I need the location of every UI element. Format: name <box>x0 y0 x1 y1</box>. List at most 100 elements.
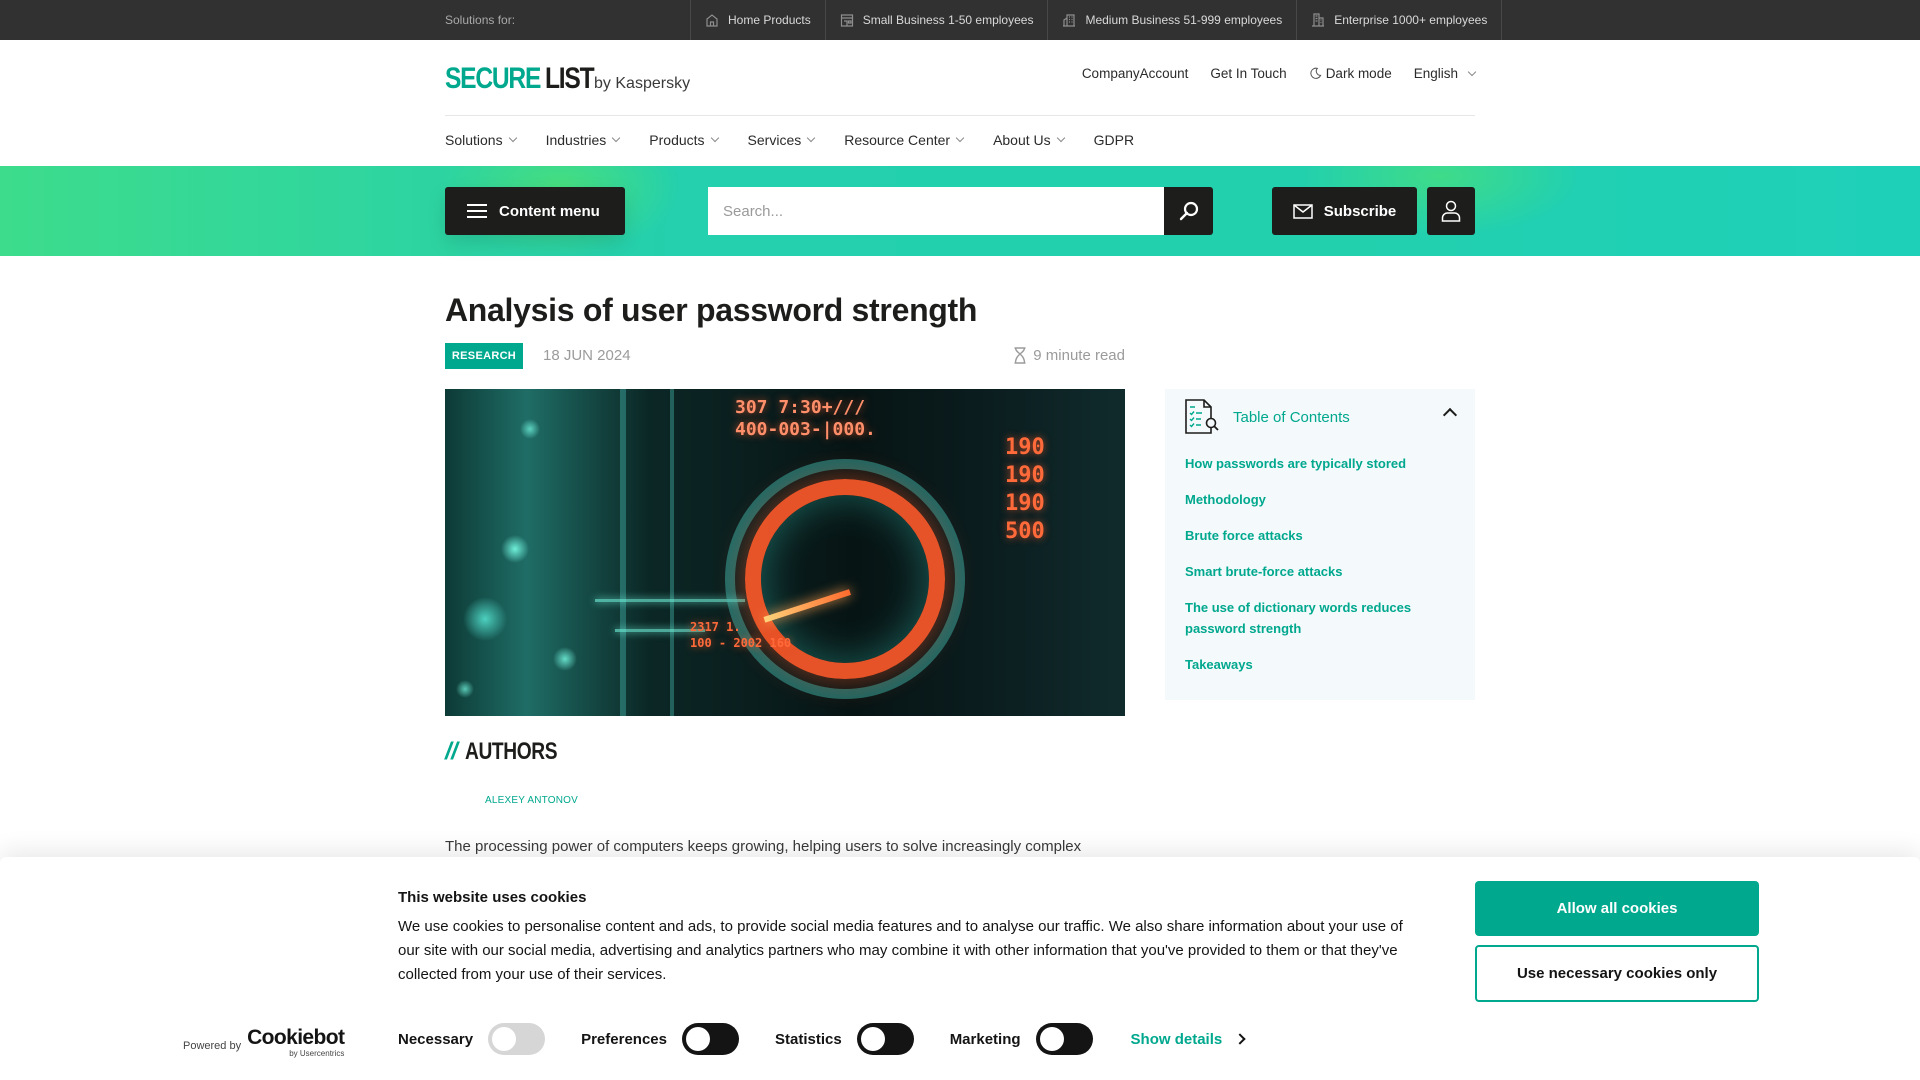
segment-label: Home Products <box>728 13 811 27</box>
segment-label: Medium Business 51-999 employees <box>1085 13 1283 27</box>
chevron-down-icon <box>612 133 621 143</box>
hero-rail <box>620 389 626 716</box>
home-icon <box>706 14 718 27</box>
segment-home-products[interactable]: Home Products <box>690 0 825 40</box>
chevron-right-icon <box>1234 1033 1246 1045</box>
nav-label: GDPR <box>1093 132 1135 148</box>
content-menu-label: Content menu <box>499 202 600 220</box>
necessary-cookies-only-button[interactable]: Use necessary cookies only <box>1475 945 1759 1002</box>
toc-item[interactable]: The use of dictionary words reduces pass… <box>1185 597 1455 639</box>
chevron-down-icon <box>806 133 816 143</box>
search-input[interactable] <box>708 187 1164 235</box>
hero-digits-bottom: 2317 1. 100 - 2002 160 <box>690 620 792 650</box>
user-account-button[interactable] <box>1427 187 1475 235</box>
toc-item[interactable]: Brute force attacks <box>1185 525 1455 546</box>
dark-mode-toggle[interactable]: Dark mode <box>1309 66 1392 81</box>
consent-label: Statistics <box>774 1030 842 1048</box>
consent-toggles: Necessary Preferences Statistics Marketi… <box>398 1023 1246 1055</box>
chevron-down-icon <box>1056 133 1065 143</box>
solutions-segments: Home Products Small Business 1-50 employ… <box>690 0 1503 40</box>
nav-label: Resource Center <box>844 132 951 148</box>
logo-list: LIST <box>545 62 595 95</box>
nav-products[interactable]: Products <box>649 130 719 150</box>
consent-statistics: Statistics <box>775 1023 914 1055</box>
hero-rail <box>670 389 674 716</box>
toc-header-toggle[interactable]: Table of Contents <box>1185 397 1458 437</box>
segment-label: Enterprise 1000+ employees <box>1334 13 1488 27</box>
toc-item[interactable]: Takeaways <box>1185 654 1455 675</box>
subscribe-button[interactable]: Subscribe <box>1272 187 1417 235</box>
read-time: 9 minute read <box>1013 347 1125 364</box>
cookie-consent-banner: This website uses cookies We use cookies… <box>0 857 1920 1080</box>
nav-resource-center[interactable]: Resource Center <box>844 130 965 150</box>
nav-label: Products <box>649 132 705 148</box>
user-icon <box>1441 200 1461 222</box>
chevron-down-icon <box>710 133 719 143</box>
nav-services[interactable]: Services <box>748 130 816 150</box>
segment-medium-business[interactable]: Medium Business 51-999 employees <box>1047 0 1296 40</box>
segment-enterprise[interactable]: Enterprise 1000+ employees <box>1296 0 1503 40</box>
consent-necessary: Necessary <box>398 1023 546 1055</box>
main-nav: Solutions Industries Products Services R… <box>445 130 1134 150</box>
toc-item[interactable]: Methodology <box>1185 489 1455 510</box>
search-icon <box>1179 201 1198 221</box>
article-title: Analysis of user password strength <box>445 292 978 328</box>
document-search-icon <box>1185 399 1219 434</box>
cookiebot-sub: by Usercentrics <box>289 1049 345 1058</box>
hero-streak <box>595 599 745 602</box>
necessary-toggle <box>488 1023 546 1055</box>
toc-title: Table of Contents <box>1233 408 1350 426</box>
nav-about-us[interactable]: About Us <box>993 130 1065 150</box>
show-details-link[interactable]: Show details <box>1130 1030 1246 1048</box>
author-link[interactable]: ALEXEY ANTONOV <box>485 795 578 806</box>
hero-image: 307 7:30+/// 400-003-|000. 190 190 190 5… <box>445 389 1125 716</box>
search-button[interactable] <box>1164 187 1213 235</box>
nav-gdpr[interactable]: GDPR <box>1094 130 1134 150</box>
shop-icon <box>840 14 853 27</box>
consent-marketing: Marketing <box>950 1023 1093 1055</box>
moon-icon <box>1310 67 1322 79</box>
segment-small-business[interactable]: Small Business 1-50 employees <box>824 0 1048 40</box>
article-intro: The processing power of computers keeps … <box>445 838 1082 855</box>
company-account-link[interactable]: CompanyAccount <box>1082 66 1189 81</box>
hero-digits-right: 190 190 190 500 <box>1005 435 1045 544</box>
nav-industries[interactable]: Industries <box>546 130 621 150</box>
powered-by-label: Powered by <box>183 1040 242 1052</box>
language-selector[interactable]: English <box>1413 66 1477 81</box>
dark-mode-label: Dark mode <box>1325 66 1392 81</box>
consent-preferences: Preferences <box>581 1023 739 1055</box>
segment-label: Small Business 1-50 employees <box>862 13 1034 27</box>
chevron-down-icon <box>1467 67 1477 76</box>
nav-solutions[interactable]: Solutions <box>445 130 517 150</box>
consent-label: Preferences <box>581 1030 667 1048</box>
nav-label: About Us <box>993 132 1051 148</box>
solutions-for-label: Solutions for: <box>445 13 516 27</box>
language-label: English <box>1413 66 1458 81</box>
cookiebot-branding[interactable]: Powered by Cookiebot by Usercentrics <box>183 1027 345 1059</box>
get-in-touch-link[interactable]: Get In Touch <box>1210 66 1286 81</box>
show-details-label: Show details <box>1130 1030 1223 1048</box>
cookie-title: This website uses cookies <box>398 889 587 906</box>
authors-heading: // AUTHORS <box>445 738 581 766</box>
preferences-toggle[interactable] <box>681 1023 739 1055</box>
envelope-icon <box>1292 203 1313 219</box>
authors-heading-label: AUTHORS <box>465 738 558 765</box>
category-badge[interactable]: RESEARCH <box>445 343 523 369</box>
publish-date: 18 JUN 2024 <box>543 347 631 364</box>
allow-all-cookies-button[interactable]: Allow all cookies <box>1475 881 1759 936</box>
consent-label: Marketing <box>949 1030 1021 1048</box>
toc-item[interactable]: Smart brute-force attacks <box>1185 561 1455 582</box>
securelist-logo[interactable]: SECURE LIST by Kaspersky <box>445 62 690 96</box>
header-utility-links: CompanyAccount Get In Touch Dark mode En… <box>1082 66 1477 81</box>
marketing-toggle[interactable] <box>1035 1023 1093 1055</box>
logo-secure: SECURE <box>445 62 541 95</box>
toc-item[interactable]: How passwords are typically stored <box>1185 453 1455 474</box>
chevron-up-icon[interactable] <box>1442 407 1458 423</box>
header-divider <box>445 115 1475 116</box>
authors-slash-decoration: // <box>445 738 458 765</box>
hamburger-icon <box>467 204 487 218</box>
building-icon <box>1063 14 1076 27</box>
statistics-toggle[interactable] <box>856 1023 914 1055</box>
content-menu-button[interactable]: Content menu <box>445 187 625 235</box>
hourglass-icon <box>1014 347 1026 364</box>
